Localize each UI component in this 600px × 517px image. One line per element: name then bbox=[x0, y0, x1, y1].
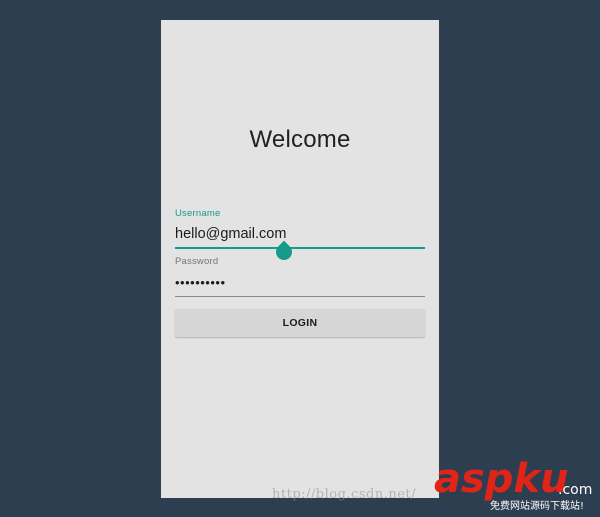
logo-tagline: 免费网站源码下载站! bbox=[490, 499, 584, 512]
logo-brand: aspku bbox=[434, 456, 569, 502]
logo-suffix: .com bbox=[558, 482, 592, 498]
desktop-background: Welcome Username hello@gmail.com Passwor… bbox=[0, 0, 600, 517]
password-label: Password bbox=[175, 256, 219, 267]
watermark-url: http://blog.csdn.net/ bbox=[272, 487, 416, 502]
password-underline bbox=[175, 296, 425, 297]
password-input[interactable]: •••••••••• bbox=[175, 275, 425, 291]
username-underline bbox=[175, 247, 425, 249]
username-label: Username bbox=[175, 208, 221, 219]
login-button[interactable]: LOGIN bbox=[175, 309, 425, 337]
password-field[interactable]: Password •••••••••• bbox=[175, 256, 425, 297]
app-screen: Welcome Username hello@gmail.com Passwor… bbox=[161, 20, 439, 498]
username-field[interactable]: Username hello@gmail.com bbox=[175, 208, 425, 264]
aspku-logo: aspku .com 免费网站源码下载站! bbox=[434, 456, 592, 512]
page-title: Welcome bbox=[249, 126, 351, 153]
username-input[interactable]: hello@gmail.com bbox=[175, 224, 425, 244]
